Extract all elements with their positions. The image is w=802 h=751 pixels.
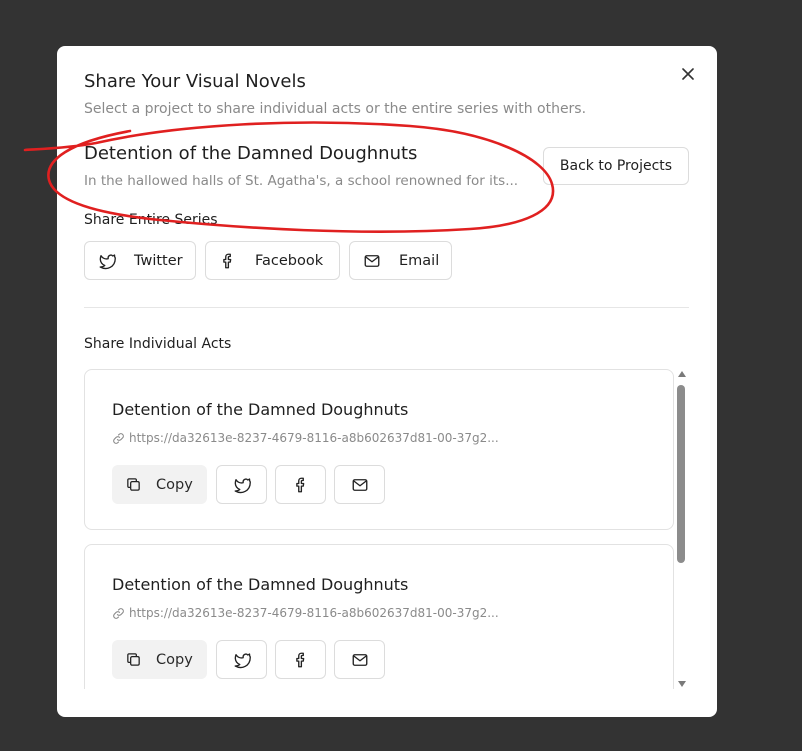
share-acts-label: Share Individual Acts: [84, 336, 232, 352]
act-twitter-button[interactable]: [216, 640, 267, 679]
copy-label: Copy: [156, 476, 193, 493]
divider: [84, 307, 689, 308]
copy-icon: [127, 478, 140, 491]
facebook-icon: [295, 652, 304, 667]
share-series-label: Share Entire Series: [84, 212, 218, 228]
twitter-icon: [99, 253, 116, 269]
share-twitter-button[interactable]: Twitter: [84, 241, 196, 280]
close-button[interactable]: [677, 63, 699, 85]
act-twitter-button[interactable]: [216, 465, 267, 504]
back-to-projects-button[interactable]: Back to Projects: [543, 147, 689, 185]
act-facebook-button[interactable]: [275, 465, 326, 504]
project-description: In the hallowed halls of St. Agatha's, a…: [84, 173, 519, 189]
facebook-icon: [295, 477, 304, 492]
modal-title: Share Your Visual Novels: [84, 71, 306, 92]
copy-button[interactable]: Copy: [112, 640, 207, 679]
mail-icon: [352, 653, 367, 666]
act-title: Detention of the Damned Doughnuts: [112, 400, 409, 419]
share-email-button[interactable]: Email: [349, 241, 452, 280]
act-card: Detention of the Damned Doughnuts https:…: [84, 544, 674, 689]
link-icon: [113, 607, 124, 619]
act-link[interactable]: https://da32613e-8237-4679-8116-a8b60263…: [112, 430, 499, 446]
share-email-label: Email: [399, 252, 440, 269]
close-icon: [682, 68, 694, 80]
act-title: Detention of the Damned Doughnuts: [112, 575, 409, 594]
act-link-text: https://da32613e-8237-4679-8116-a8b60263…: [129, 606, 499, 620]
copy-label: Copy: [156, 651, 193, 668]
act-facebook-button[interactable]: [275, 640, 326, 679]
scroll-down-arrow[interactable]: [678, 681, 686, 687]
act-link[interactable]: https://da32613e-8237-4679-8116-a8b60263…: [112, 605, 499, 621]
act-email-button[interactable]: [334, 465, 385, 504]
link-icon: [113, 432, 124, 444]
scrollbar-thumb[interactable]: [677, 385, 685, 563]
share-twitter-label: Twitter: [134, 252, 183, 269]
act-email-button[interactable]: [334, 640, 385, 679]
share-modal: Share Your Visual Novels Select a projec…: [57, 46, 717, 717]
twitter-icon: [234, 477, 251, 493]
copy-icon: [127, 653, 140, 666]
share-facebook-label: Facebook: [255, 252, 324, 269]
copy-button[interactable]: Copy: [112, 465, 207, 504]
modal-subtitle: Select a project to share individual act…: [84, 101, 587, 117]
acts-list[interactable]: Detention of the Damned Doughnuts https:…: [84, 369, 676, 689]
mail-icon: [364, 254, 380, 267]
project-title: Detention of the Damned Doughnuts: [84, 143, 418, 164]
act-card: Detention of the Damned Doughnuts https:…: [84, 369, 674, 530]
twitter-icon: [234, 652, 251, 668]
facebook-icon: [223, 253, 232, 268]
scroll-up-arrow[interactable]: [678, 371, 686, 377]
mail-icon: [352, 478, 367, 491]
acts-scrollbar[interactable]: [676, 369, 688, 689]
act-link-text: https://da32613e-8237-4679-8116-a8b60263…: [129, 431, 499, 445]
share-facebook-button[interactable]: Facebook: [205, 241, 340, 280]
